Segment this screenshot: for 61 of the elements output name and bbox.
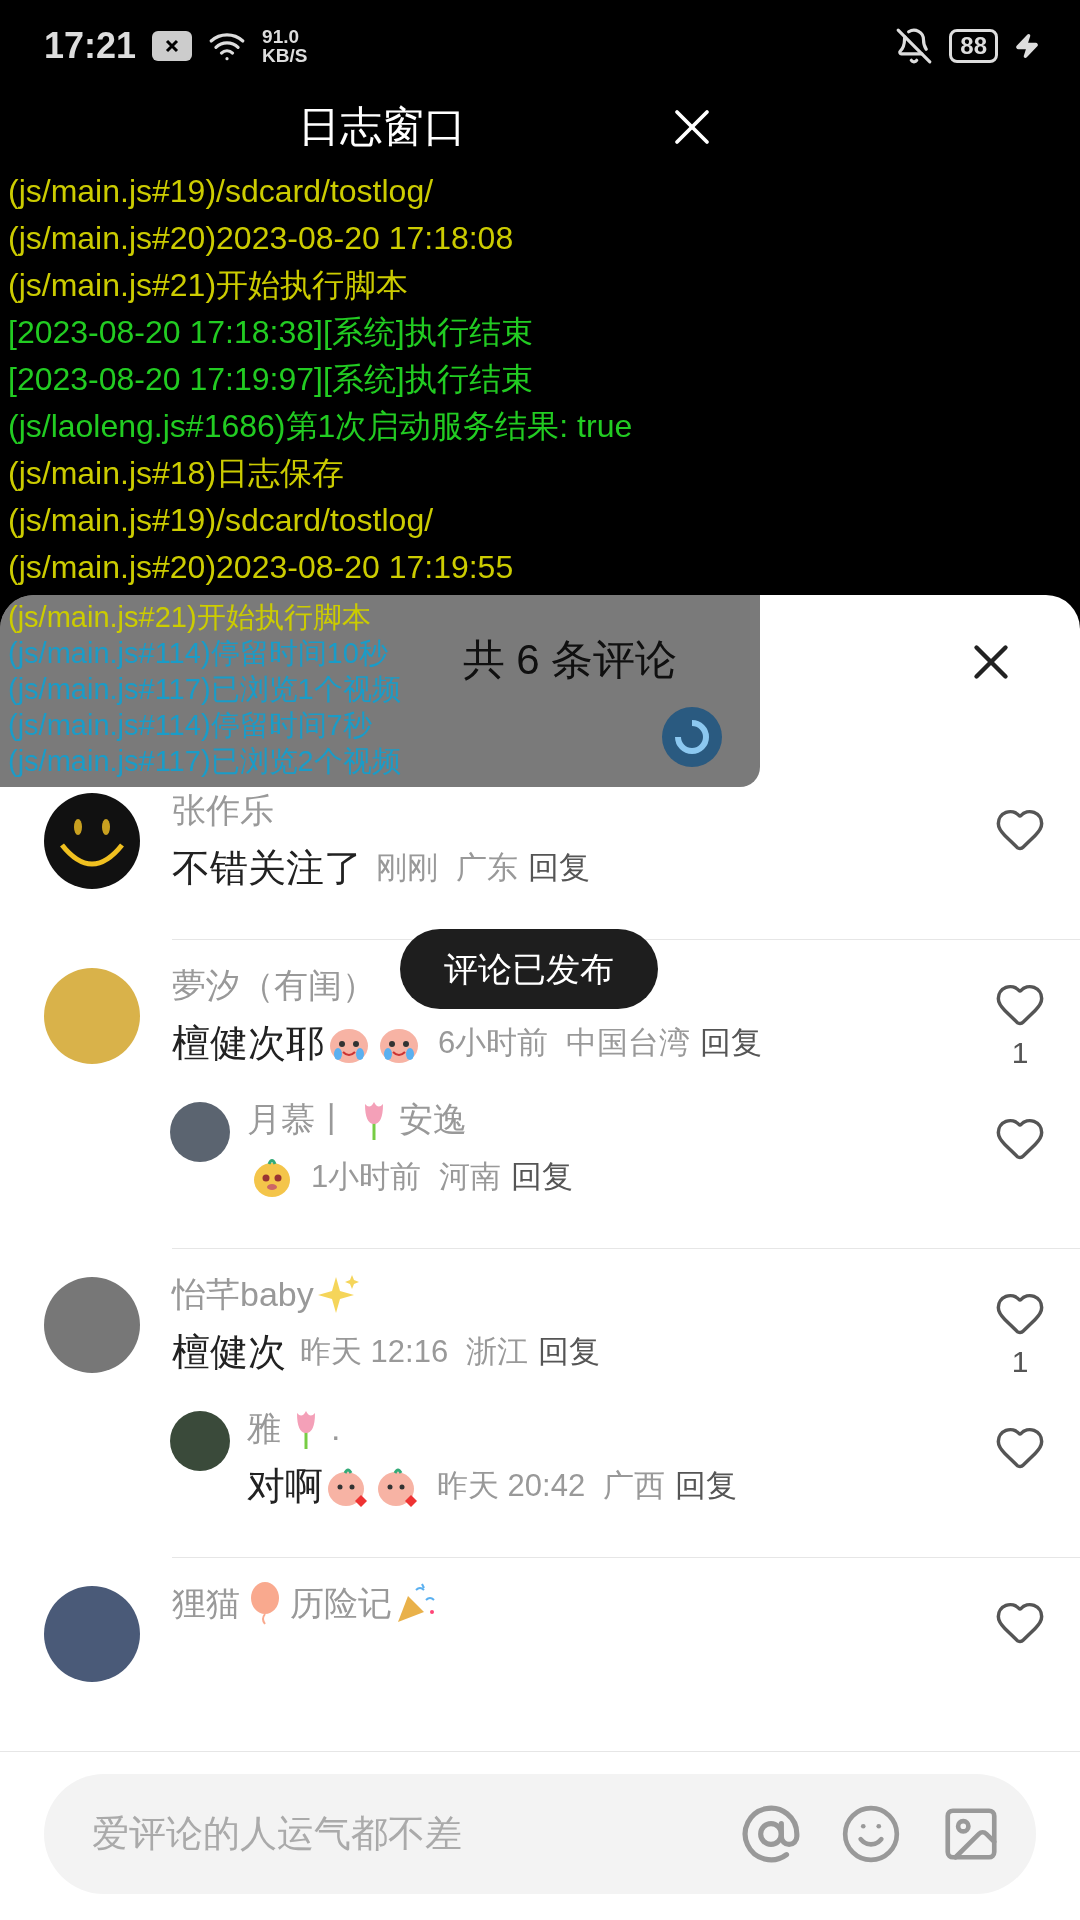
notification-icon [152,31,193,61]
username: 狸猫 [172,1583,240,1624]
log-line: (js/main.js#18)日志保存 [8,454,345,493]
comment-text: 不错关注了 [172,846,362,891]
swirl-icon[interactable] [660,705,724,769]
username: 安逸 [399,1099,467,1140]
reply-link[interactable]: 回复 [700,1012,763,1074]
avatar-photo-placeholder[interactable] [170,1102,230,1162]
log-window-title: 日志窗口 [298,102,466,152]
emoji-icon[interactable] [840,1803,902,1865]
network-speed-unit: KB/S [262,46,308,65]
comment-location: 广东 [456,849,518,887]
smiley-avatar-icon[interactable] [44,793,140,889]
log-line: [2023-08-20 17:18:38][系统]执行结束 [8,313,533,352]
mention-icon[interactable] [740,1803,802,1865]
comment-text: 对啊 [247,1464,323,1509]
comment-location: 浙江 [466,1333,529,1371]
comment-text: 檀健次 [172,1330,286,1375]
log-line: (js/main.js#21)开始执行脚本 [8,600,371,635]
toast-message: 评论已发布 [400,929,658,1009]
like-count: 1 [1011,1036,1029,1070]
log-line: (js/main.js#20)2023-08-20 17:19:55 [8,548,514,587]
log-line: (js/main.js#19)/sdcard/tostlog/ [8,172,434,211]
comment-time: 昨天 20:42 [437,1467,586,1505]
username: 怡芊baby [172,1274,314,1315]
charging-icon [1014,33,1040,59]
comment-input-field[interactable]: 爱评论的人运气都不差 [90,1812,702,1856]
username: 张作乐 [172,790,274,831]
username: 月慕丨 [247,1099,349,1140]
mute-icon [895,27,934,65]
reply-link[interactable]: 回复 [528,837,590,899]
comment-time: 6小时前 [438,1024,549,1062]
log-line: (js/main.js#20)2023-08-20 17:18:08 [8,219,514,258]
avatar-photo-placeholder[interactable] [170,1411,230,1471]
log-line: (js/main.js#117)已浏览2个视频 [8,744,401,779]
battery-level: 88 [949,29,998,63]
username: 夢汐（有闺） [172,965,376,1006]
username: . [331,1408,341,1449]
log-line: (js/main.js#114)停留时间10秒 [8,636,388,671]
log-line: (js/laoleng.js#1686)第1次启动服务结果: true [8,407,633,446]
comment-time: 刚刚 [376,849,438,887]
log-line: (js/main.js#114)停留时间7秒 [8,708,372,743]
username: 历险记 [290,1583,392,1624]
comment-location: 河南 [439,1158,502,1196]
reply-link[interactable]: 回复 [538,1321,601,1383]
log-line: (js/main.js#21)开始执行脚本 [8,266,409,305]
network-speed: 91.0 [262,27,301,46]
log-line: [2023-08-20 17:19:97][系统]执行结束 [8,360,533,399]
comment-text: 檀健次耶 [172,1021,324,1066]
comment-location: 广西 [603,1467,666,1505]
comments-title: 共 6 条评论 [462,635,678,685]
like-count: 1 [1011,1345,1029,1379]
comment-time: 昨天 12:16 [300,1333,449,1371]
reply-link[interactable]: 回复 [511,1146,574,1208]
log-line: (js/main.js#117)已浏览1个视频 [8,672,401,707]
reply-link[interactable]: 回复 [675,1455,738,1517]
comment-time: 1小时前 [311,1158,422,1196]
status-time: 17:21 [44,25,137,67]
comment-location: 中国台湾 [566,1024,691,1062]
username: 雅 [247,1408,281,1449]
log-line: (js/main.js#19)/sdcard/tostlog/ [8,501,434,540]
